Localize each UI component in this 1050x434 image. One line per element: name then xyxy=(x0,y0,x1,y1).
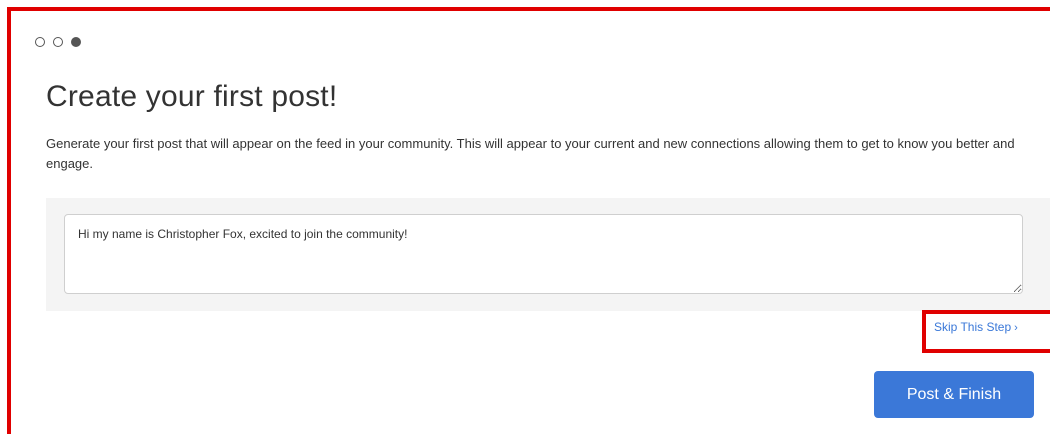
skip-step-label: Skip This Step xyxy=(934,320,1012,334)
step-1-dot-icon xyxy=(35,37,45,47)
post-and-finish-button[interactable]: Post & Finish xyxy=(874,371,1034,418)
chevron-right-icon: › xyxy=(1014,322,1018,334)
step-3-dot-icon xyxy=(71,37,81,47)
page-title: Create your first post! xyxy=(46,80,338,113)
page-description: Generate your first post that will appea… xyxy=(46,136,1015,171)
skip-step-link[interactable]: Skip This Step › xyxy=(934,320,1018,334)
step-indicator xyxy=(35,37,81,47)
onboarding-step-page: Create your first post! Generate your fi… xyxy=(0,0,1050,434)
post-composer-panel: Hi my name is Christopher Fox, excited t… xyxy=(46,198,1050,311)
step-2-dot-icon xyxy=(53,37,63,47)
post-text-input[interactable]: Hi my name is Christopher Fox, excited t… xyxy=(64,214,1023,294)
